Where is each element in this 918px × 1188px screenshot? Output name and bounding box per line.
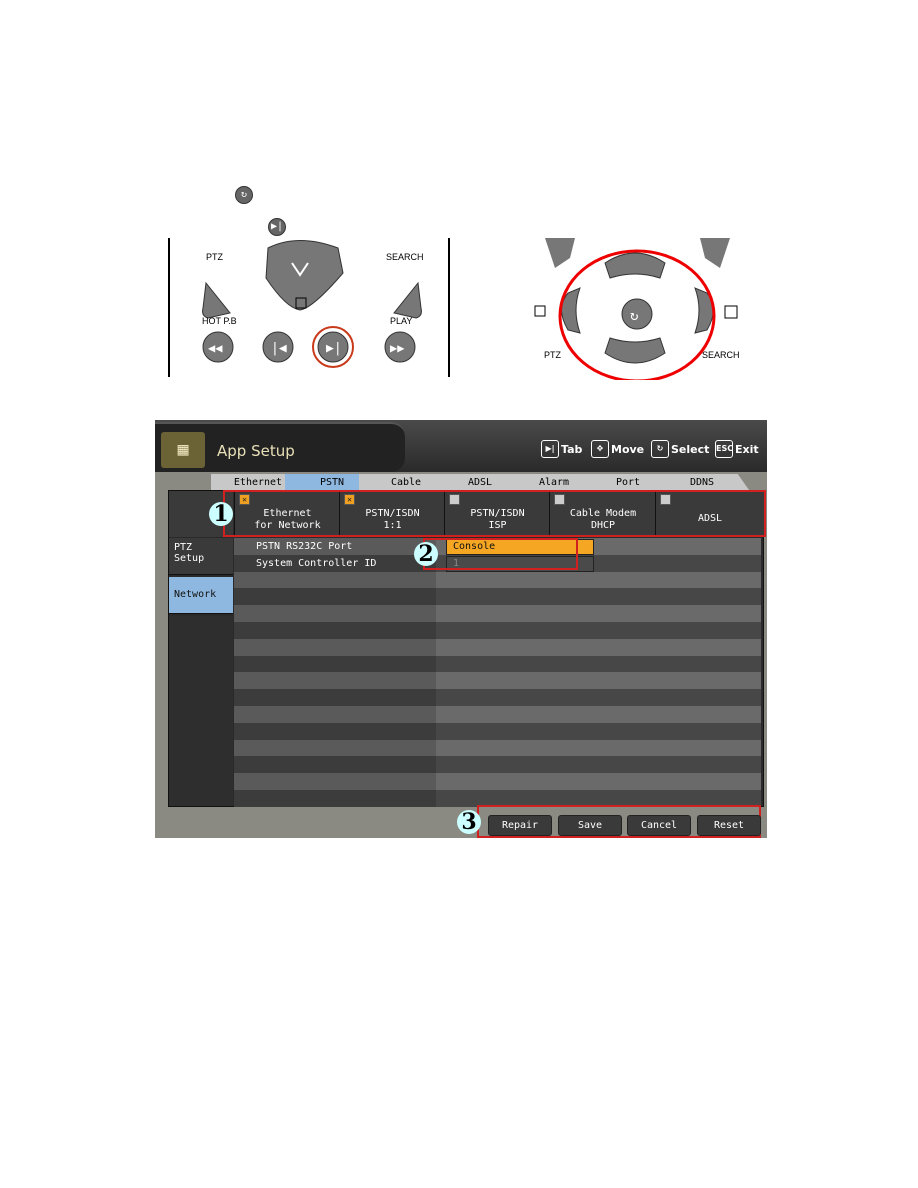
sidebar-empty [169, 616, 233, 806]
callout-2: 2 [414, 542, 438, 566]
search-label-right: SEARCH [702, 350, 740, 360]
hint-exit: ESC Exit [715, 440, 759, 458]
move-key-icon: ✥ [591, 440, 609, 458]
empty-label-cell [234, 773, 436, 791]
cancel-button[interactable]: Cancel [627, 815, 691, 836]
empty-label-cell [234, 689, 436, 707]
sidebar-item-network[interactable]: Network [169, 577, 233, 614]
svg-text:|◀: |◀ [271, 341, 287, 356]
tab-key-icon: ▶| [541, 440, 559, 458]
app-setup-screen: ▦ App Setup ▶| Tab ✥ Move ↻ Select ESC Exit … [155, 420, 767, 838]
svg-text:▶▶: ▶▶ [390, 341, 405, 355]
save-button[interactable]: Save [558, 815, 622, 836]
empty-label-cell [234, 571, 436, 589]
hint-label: Exit [735, 442, 759, 456]
ptz-label: PTZ [206, 252, 224, 262]
empty-value-cell [436, 756, 761, 774]
table-row [234, 622, 761, 639]
empty-value-cell [436, 672, 761, 690]
empty-label-cell [234, 739, 436, 757]
empty-label-cell [234, 655, 436, 673]
empty-value-cell [436, 638, 761, 656]
empty-value-cell [436, 739, 761, 757]
empty-label-cell [234, 756, 436, 774]
empty-label-cell [234, 722, 436, 740]
table-row [234, 773, 761, 791]
repair-button[interactable]: Repair [488, 815, 552, 836]
empty-value-cell [436, 773, 761, 791]
empty-label-cell [234, 790, 436, 807]
empty-value-cell [436, 588, 761, 606]
table-row [234, 706, 761, 723]
header: ▦ App Setup ▶| Tab ✥ Move ↻ Select ESC Exit [155, 420, 767, 472]
svg-text:↻: ↻ [630, 308, 638, 324]
title-box: ▦ App Setup [155, 422, 405, 472]
reset-button[interactable]: Reset [697, 815, 761, 836]
ptz-label-right: PTZ [544, 350, 562, 360]
table-row [234, 571, 761, 589]
empty-value-cell [436, 722, 761, 740]
empty-label-cell [234, 706, 436, 723]
select-key-icon: ↻ [651, 440, 669, 458]
setup-tools-icon: ▦ [161, 432, 205, 468]
table-row [234, 689, 761, 707]
hint-select: ↻ Select [651, 440, 709, 458]
table-row [234, 605, 761, 623]
table-row [234, 588, 761, 606]
remote-image-left: ▶| |◀ ◀◀ ▶▶ PTZ SEARCH HOT P.B PLAY [168, 238, 450, 377]
callout-box-1 [223, 490, 766, 537]
next-button-icon: ▶| [268, 218, 286, 236]
svg-text:▶|: ▶| [326, 341, 342, 356]
play-label: PLAY [390, 316, 412, 326]
table-row [234, 739, 761, 757]
esc-key-icon: ESC [715, 440, 733, 458]
remote-image-right: ↻ PTZ SEARCH [530, 238, 745, 383]
page-title: App Setup [217, 442, 295, 460]
empty-value-cell [436, 605, 761, 623]
sidebar-item-ptz-setup[interactable]: PTZ Setup [169, 538, 233, 575]
select-button-icon: ↻ [235, 186, 253, 204]
search-label: SEARCH [386, 252, 424, 262]
svg-text:◀◀: ◀◀ [208, 341, 223, 355]
empty-label-cell [234, 622, 436, 639]
hint-label: Select [671, 442, 710, 456]
callout-1: 1 [209, 502, 233, 526]
table-row [234, 756, 761, 774]
table-row [234, 655, 761, 673]
empty-label-cell [234, 638, 436, 656]
empty-value-cell [436, 622, 761, 639]
hot-pb-label: HOT P.B [202, 316, 237, 326]
hint-tab: ▶| Tab [541, 440, 582, 458]
empty-value-cell [436, 571, 761, 589]
hint-move: ✥ Move [591, 440, 644, 458]
empty-value-cell [436, 706, 761, 723]
empty-label-cell [234, 588, 436, 606]
callout-3: 3 [457, 810, 481, 834]
table-row [234, 722, 761, 740]
empty-label-cell [234, 672, 436, 690]
table-row [234, 672, 761, 690]
table-row [234, 638, 761, 656]
callout-box-2 [423, 538, 578, 570]
tab-ddns[interactable]: DDNS [655, 474, 749, 490]
empty-label-cell [234, 605, 436, 623]
empty-value-cell [436, 655, 761, 673]
empty-value-cell [436, 689, 761, 707]
hint-label: Move [611, 442, 645, 456]
hint-label: Tab [561, 442, 583, 456]
